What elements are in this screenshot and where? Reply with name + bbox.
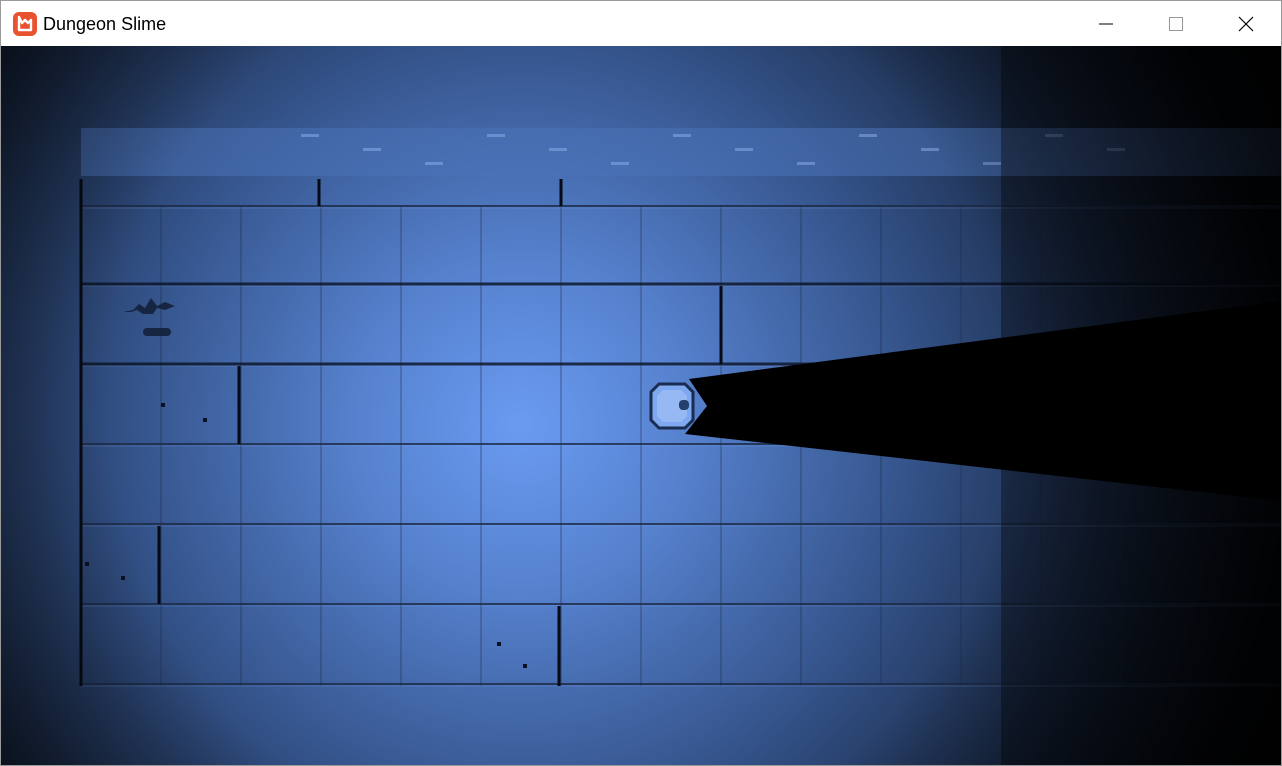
game-window: Dungeon Slime — [0, 0, 1282, 766]
maximize-button[interactable] — [1141, 1, 1211, 46]
minimize-button[interactable] — [1071, 1, 1141, 46]
slime-icon — [649, 382, 695, 430]
maximize-icon — [1169, 16, 1183, 31]
minimize-icon — [1099, 23, 1113, 24]
window-title: Dungeon Slime — [43, 14, 167, 34]
window-controls — [1071, 1, 1281, 46]
close-icon — [1238, 16, 1254, 31]
game-viewport[interactable] — [1, 46, 1281, 765]
monogame-logo-icon — [13, 12, 37, 36]
close-button[interactable] — [1211, 1, 1281, 46]
game-scene[interactable] — [1, 46, 1281, 765]
title-bar[interactable]: Dungeon Slime — [1, 1, 1281, 46]
